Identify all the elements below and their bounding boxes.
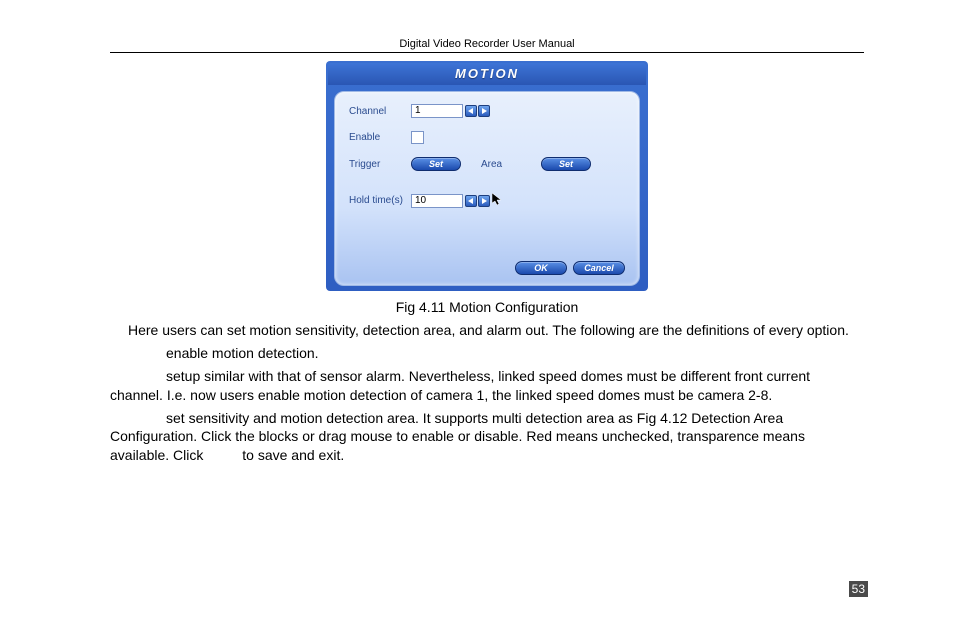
- hold-next-button[interactable]: [478, 195, 490, 207]
- page-number: 53: [849, 581, 868, 597]
- figure-container: MOTION Channel 1 Enable: [110, 61, 864, 291]
- paragraph-4a: set sensitivity and motion detection are…: [110, 410, 805, 464]
- action-row: OK Cancel: [515, 261, 625, 275]
- figure-caption: Fig 4.11 Motion Configuration: [110, 299, 864, 315]
- channel-next-button[interactable]: [478, 105, 490, 117]
- enable-row: Enable: [349, 131, 625, 144]
- cancel-button[interactable]: Cancel: [573, 261, 625, 275]
- paragraph-4b: to save and exit.: [242, 447, 344, 463]
- dialog-title: MOTION: [328, 63, 646, 85]
- paragraph-4: set sensitivity and motion detection are…: [110, 409, 864, 466]
- enable-checkbox[interactable]: [411, 131, 424, 144]
- hold-row: Hold time(s) 10: [349, 193, 625, 208]
- motion-dialog: MOTION Channel 1 Enable: [326, 61, 648, 291]
- paragraph-1: Here users can set motion sensitivity, d…: [110, 321, 864, 340]
- hold-label: Hold time(s): [349, 195, 411, 206]
- trigger-label: Trigger: [349, 159, 411, 170]
- channel-label: Channel: [349, 106, 411, 117]
- body-text: Here users can set motion sensitivity, d…: [110, 321, 864, 465]
- area-label: Area: [481, 159, 541, 170]
- area-set-button[interactable]: Set: [541, 157, 591, 171]
- enable-label: Enable: [349, 132, 411, 143]
- channel-prev-button[interactable]: [465, 105, 477, 117]
- dialog-panel: Channel 1 Enable: [334, 91, 640, 286]
- channel-input[interactable]: 1: [411, 104, 463, 118]
- trigger-set-button[interactable]: Set: [411, 157, 461, 171]
- hold-input[interactable]: 10: [411, 194, 463, 208]
- cursor-icon: [492, 193, 502, 208]
- header-title: Digital Video Recorder User Manual: [110, 38, 864, 50]
- channel-row: Channel 1: [349, 104, 625, 118]
- ok-button[interactable]: OK: [515, 261, 567, 275]
- trigger-row: Trigger Set Area Set: [349, 157, 625, 171]
- header-rule: [110, 52, 864, 53]
- hold-prev-button[interactable]: [465, 195, 477, 207]
- paragraph-3: setup similar with that of sensor alarm.…: [110, 367, 864, 405]
- paragraph-2: enable motion detection.: [110, 344, 864, 363]
